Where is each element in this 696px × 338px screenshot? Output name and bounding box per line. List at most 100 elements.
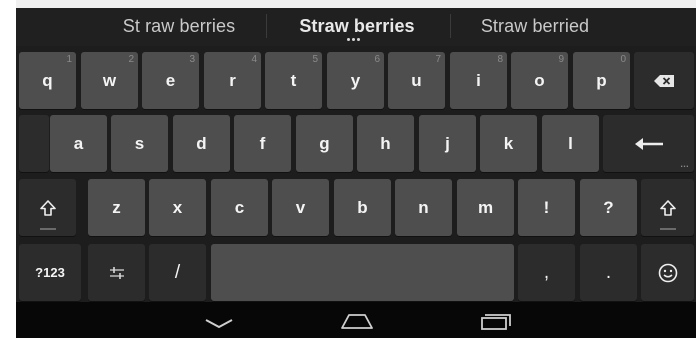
shift-indicator bbox=[659, 228, 676, 230]
key-label: y bbox=[350, 70, 361, 90]
key-label: ! bbox=[543, 197, 550, 217]
key-x[interactable]: x bbox=[149, 179, 206, 236]
key-f[interactable]: f bbox=[234, 115, 291, 172]
row2-left-spacer bbox=[19, 115, 49, 172]
key-label: m bbox=[477, 197, 494, 217]
key-hint: 1 bbox=[66, 54, 72, 65]
key-label: / bbox=[174, 261, 181, 283]
shift-right-key[interactable] bbox=[641, 179, 694, 236]
key-label: a bbox=[73, 133, 84, 153]
more-suggestions-indicator[interactable] bbox=[347, 38, 361, 42]
key-label: l bbox=[568, 133, 573, 153]
key-d[interactable]: d bbox=[173, 115, 230, 172]
key-o[interactable]: o9 bbox=[511, 52, 568, 109]
suggestion-divider bbox=[266, 14, 267, 38]
nav-recents-icon[interactable] bbox=[481, 314, 511, 335]
key-label: w bbox=[102, 70, 117, 90]
settings-key[interactable] bbox=[88, 244, 145, 301]
shift-arrow-icon bbox=[39, 199, 56, 216]
key-w[interactable]: w2 bbox=[81, 52, 138, 109]
key-c[interactable]: c bbox=[211, 179, 268, 236]
key-j[interactable]: j bbox=[419, 115, 476, 172]
key-label: x bbox=[172, 197, 183, 217]
key-p[interactable]: p0 bbox=[573, 52, 630, 109]
key-label: v bbox=[295, 197, 306, 217]
key-h[interactable]: h bbox=[357, 115, 414, 172]
key-period[interactable]: . bbox=[580, 244, 637, 301]
key-label: b bbox=[357, 197, 368, 217]
more-keys-indicator: … bbox=[680, 159, 689, 169]
key-label: r bbox=[229, 70, 236, 90]
key-label: e bbox=[165, 70, 176, 90]
settings-sliders-icon bbox=[109, 266, 125, 280]
key-i[interactable]: i8 bbox=[450, 52, 507, 109]
key-a[interactable]: a bbox=[50, 115, 107, 172]
key-y[interactable]: y6 bbox=[327, 52, 384, 109]
nav-home-icon[interactable] bbox=[341, 313, 373, 334]
key-comma[interactable]: , bbox=[518, 244, 575, 301]
key-label: c bbox=[234, 197, 245, 217]
key-s[interactable]: s bbox=[111, 115, 168, 172]
key-question[interactable]: ? bbox=[580, 179, 637, 236]
screen: St raw berries Straw berries Straw berri… bbox=[0, 0, 696, 338]
key-label: h bbox=[380, 133, 391, 153]
key-q[interactable]: q1 bbox=[19, 52, 76, 109]
key-k[interactable]: k bbox=[480, 115, 537, 172]
space-key[interactable] bbox=[211, 244, 514, 301]
shift-indicator bbox=[39, 228, 56, 230]
shift-left-key[interactable] bbox=[19, 179, 76, 236]
key-label: k bbox=[503, 133, 514, 153]
key-label: n bbox=[418, 197, 429, 217]
enter-arrow-icon bbox=[634, 137, 663, 151]
key-hint: 6 bbox=[374, 54, 380, 65]
key-label: p bbox=[596, 70, 607, 90]
key-label: i bbox=[476, 70, 481, 90]
key-l[interactable]: l bbox=[542, 115, 599, 172]
shift-arrow-icon bbox=[659, 199, 676, 216]
key-v[interactable]: v bbox=[272, 179, 329, 236]
key-exclamation[interactable]: ! bbox=[518, 179, 575, 236]
key-z[interactable]: z bbox=[88, 179, 145, 236]
key-label: , bbox=[543, 261, 550, 283]
key-g[interactable]: g bbox=[296, 115, 353, 172]
backspace-icon bbox=[654, 74, 674, 87]
key-label: ? bbox=[603, 197, 614, 217]
key-label: ?123 bbox=[35, 265, 65, 280]
key-m[interactable]: m bbox=[457, 179, 514, 236]
top-strip bbox=[16, 0, 696, 8]
key-b[interactable]: b bbox=[334, 179, 391, 236]
key-hint: 9 bbox=[558, 54, 564, 65]
suggestion-right[interactable]: Straw berried bbox=[446, 8, 624, 46]
key-label: t bbox=[290, 70, 297, 90]
smiley-icon bbox=[658, 263, 678, 283]
emoji-key[interactable] bbox=[641, 244, 694, 301]
key-label: u bbox=[411, 70, 422, 90]
symbols-key[interactable]: ?123 bbox=[19, 244, 81, 301]
suggestion-left[interactable]: St raw berries bbox=[90, 8, 268, 46]
key-label: f bbox=[259, 133, 266, 153]
key-t[interactable]: t5 bbox=[265, 52, 322, 109]
enter-key[interactable]: … bbox=[603, 115, 694, 172]
key-label: z bbox=[112, 197, 121, 217]
key-r[interactable]: r4 bbox=[204, 52, 261, 109]
key-hint: 7 bbox=[435, 54, 441, 65]
key-e[interactable]: e3 bbox=[142, 52, 199, 109]
key-label: g bbox=[319, 133, 330, 153]
nav-back-icon[interactable] bbox=[205, 316, 233, 334]
backspace-key[interactable] bbox=[634, 52, 694, 109]
key-label: o bbox=[534, 70, 545, 90]
key-label: s bbox=[134, 133, 145, 153]
key-label: j bbox=[445, 133, 450, 153]
key-n[interactable]: n bbox=[395, 179, 452, 236]
key-label: d bbox=[196, 133, 207, 153]
key-u[interactable]: u7 bbox=[388, 52, 445, 109]
key-hint: 4 bbox=[251, 54, 257, 65]
key-hint: 8 bbox=[497, 54, 503, 65]
key-hint: 2 bbox=[128, 54, 134, 65]
key-label: . bbox=[605, 261, 612, 283]
key-hint: 0 bbox=[620, 54, 626, 65]
key-hint: 5 bbox=[312, 54, 318, 65]
key-slash[interactable]: / bbox=[149, 244, 206, 301]
key-label: q bbox=[42, 70, 53, 90]
key-hint: 3 bbox=[189, 54, 195, 65]
